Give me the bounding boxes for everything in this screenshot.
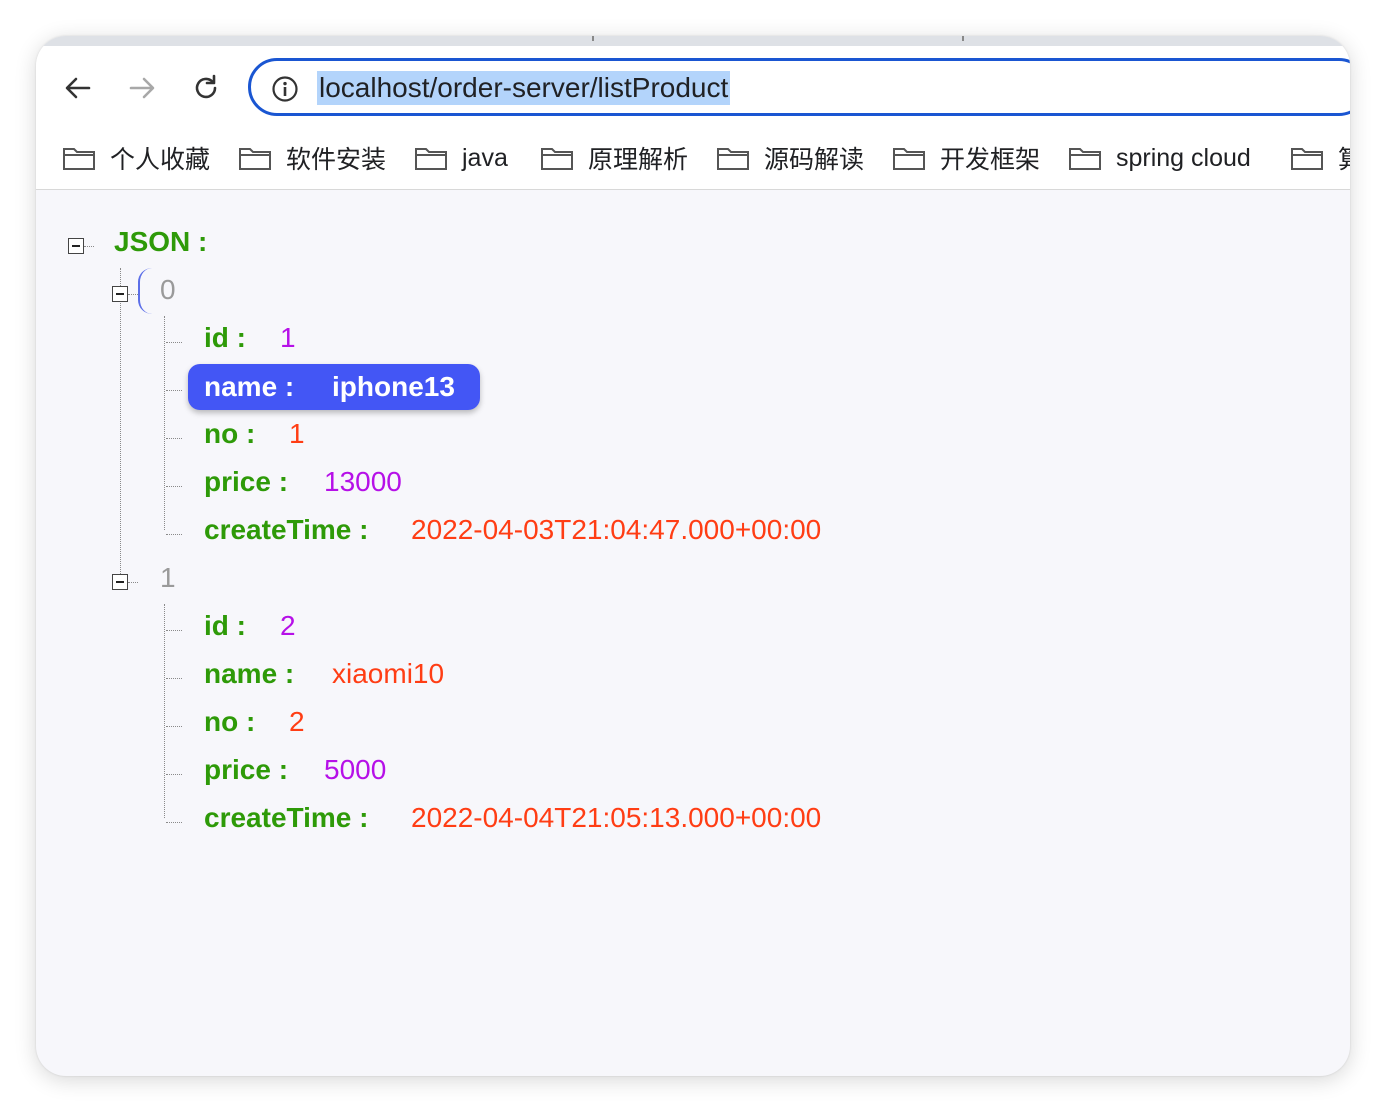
tree-connector — [166, 534, 182, 535]
collapse-root-toggle[interactable] — [68, 238, 84, 254]
field-key[interactable]: price : — [204, 750, 288, 790]
bookmark-folder[interactable]: 算 — [1290, 136, 1350, 180]
tree-connector — [128, 294, 138, 295]
tab-separator — [592, 36, 594, 41]
field-key[interactable]: createTime : — [204, 798, 368, 838]
field-value[interactable]: 2022-04-03T21:04:47.000+00:00 — [411, 510, 821, 550]
tree-connector — [166, 774, 182, 775]
collapse-item-toggle[interactable] — [112, 574, 128, 590]
tree-connector — [166, 342, 182, 343]
forward-button[interactable] — [120, 66, 164, 110]
bookmark-label: java — [462, 143, 508, 172]
bookmark-label: 算 — [1338, 140, 1350, 176]
field-value[interactable]: iphone13 — [332, 367, 455, 407]
reload-button[interactable] — [184, 66, 228, 110]
tree-connector — [164, 316, 165, 530]
back-button[interactable] — [56, 66, 100, 110]
bookmark-folder[interactable]: spring cloud — [1068, 136, 1251, 180]
bookmark-folder[interactable]: 源码解读 — [716, 136, 864, 180]
folder-icon — [63, 148, 95, 170]
field-value[interactable]: 5000 — [324, 750, 386, 790]
folder-icon — [239, 148, 271, 170]
browser-window: localhost/order-server/listProduct 个人收藏 … — [36, 36, 1350, 1076]
tree-connector — [166, 390, 182, 391]
folder-icon — [717, 148, 749, 170]
bookmark-folder[interactable]: 原理解析 — [540, 136, 688, 180]
bookmark-folder[interactable]: 软件安装 — [238, 136, 386, 180]
tree-connector — [128, 582, 138, 583]
field-key[interactable]: name : — [204, 654, 294, 694]
field-key[interactable]: price : — [204, 462, 288, 502]
folder-icon — [893, 148, 925, 170]
bracket-highlight — [138, 268, 158, 314]
collapse-item-toggle[interactable] — [112, 286, 128, 302]
info-icon[interactable] — [271, 75, 299, 103]
bookmark-folder[interactable]: 开发框架 — [892, 136, 1040, 180]
field-value[interactable]: 2 — [280, 606, 296, 646]
bookmark-label: 软件安装 — [286, 146, 387, 174]
field-value[interactable]: 1 — [289, 414, 305, 454]
folder-icon — [1291, 148, 1323, 170]
array-index[interactable]: 0 — [160, 270, 176, 310]
tree-connector — [164, 604, 165, 818]
tab-strip — [36, 36, 1350, 46]
bookmark-label: 原理解析 — [588, 146, 689, 174]
browser-toolbar: localhost/order-server/listProduct 个人收藏 … — [36, 46, 1350, 190]
tab-separator — [962, 36, 964, 41]
field-key[interactable]: id : — [204, 606, 246, 646]
field-key[interactable]: name : — [204, 367, 294, 407]
bookmark-label: spring cloud — [1116, 143, 1251, 172]
field-key[interactable]: no : — [204, 702, 255, 742]
bookmark-folder[interactable]: java — [414, 136, 508, 180]
tree-connector — [166, 822, 182, 823]
field-value[interactable]: xiaomi10 — [332, 654, 444, 694]
arrow-right-icon — [129, 77, 155, 99]
address-bar[interactable]: localhost/order-server/listProduct — [248, 58, 1350, 116]
tree-connector — [166, 678, 182, 679]
field-key[interactable]: createTime : — [204, 510, 368, 550]
array-index[interactable]: 1 — [160, 558, 176, 598]
json-root-label: JSON : — [114, 226, 208, 257]
field-value[interactable]: 13000 — [324, 462, 402, 502]
tree-connector — [166, 486, 182, 487]
json-viewer: JSON : 0 id : 1 name : iphone13 no : 1 p… — [36, 190, 1350, 1076]
bookmark-label: 个人收藏 — [110, 146, 211, 174]
field-key[interactable]: id : — [204, 318, 246, 358]
folder-icon — [541, 148, 573, 170]
field-value[interactable]: 2022-04-04T21:05:13.000+00:00 — [411, 798, 821, 838]
folder-icon — [415, 148, 447, 170]
tree-connector — [166, 438, 182, 439]
field-value[interactable]: 2 — [289, 702, 305, 742]
arrow-left-icon — [65, 77, 91, 99]
tree-connector — [166, 630, 182, 631]
tree-connector — [120, 268, 121, 580]
url-text[interactable]: localhost/order-server/listProduct — [317, 71, 731, 105]
field-key[interactable]: no : — [204, 414, 255, 454]
bookmark-folder[interactable]: 个人收藏 — [62, 136, 210, 180]
bookmark-label: 开发框架 — [940, 146, 1041, 174]
tree-connector — [84, 246, 94, 247]
field-value[interactable]: 1 — [280, 318, 296, 358]
bookmark-label: 源码解读 — [764, 146, 865, 174]
bookmarks-bar: 个人收藏 软件安装 java 原理解析 源码解读 开发框架 spring clo… — [36, 136, 1350, 180]
reload-icon — [195, 74, 217, 99]
folder-icon — [1069, 148, 1101, 170]
selected-field[interactable]: name : iphone13 — [188, 364, 480, 410]
tree-connector — [166, 726, 182, 727]
